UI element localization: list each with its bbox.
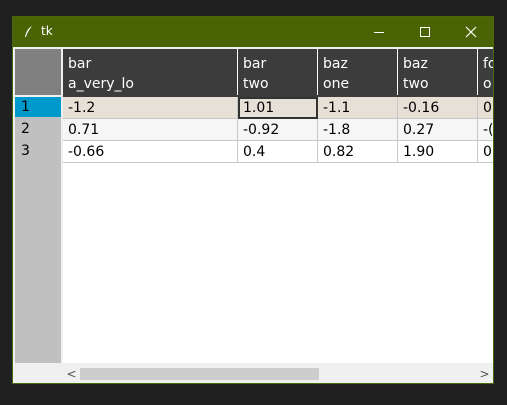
horizontal-scrollbar[interactable]: < >	[63, 365, 493, 383]
table-cell-active[interactable]: 1.01	[238, 97, 318, 119]
table-cell[interactable]: 0	[478, 97, 493, 119]
table-cell[interactable]: -0.92	[238, 119, 318, 141]
close-button[interactable]	[448, 17, 494, 47]
scrollbar-thumb[interactable]	[80, 368, 319, 380]
close-icon	[465, 26, 477, 38]
column-label-top: bar	[68, 56, 92, 72]
table-cell[interactable]: -1.2	[63, 97, 238, 119]
table-cell[interactable]: 0	[478, 141, 493, 163]
column-label-bottom: a_very_lo	[68, 76, 134, 92]
maximize-button[interactable]	[402, 17, 448, 47]
column-label-top: baz	[323, 56, 348, 72]
app-window: tk bar a_very_lo bar two baz one baz two…	[12, 16, 494, 384]
column-header-cell[interactable]: bar a_very_lo	[63, 49, 238, 95]
scroll-right-arrow-icon[interactable]: >	[476, 365, 493, 383]
table-cell[interactable]: 0.27	[398, 119, 478, 141]
column-header-cell[interactable]: bar two	[238, 49, 318, 95]
column-label-top: bar	[243, 56, 267, 72]
column-label-bottom: one	[323, 76, 350, 92]
minimize-button[interactable]	[356, 17, 402, 47]
table-cell[interactable]: 0.82	[318, 141, 398, 163]
column-header-cell[interactable]: baz two	[398, 49, 478, 95]
row-index-1[interactable]: 1	[15, 97, 61, 117]
scroll-left-arrow-icon[interactable]: <	[63, 365, 80, 383]
table-cell[interactable]: -1.1	[318, 97, 398, 119]
feather-icon	[25, 26, 32, 37]
column-label-bottom: o	[483, 76, 492, 92]
corner-header[interactable]	[15, 49, 61, 95]
column-label-top: baz	[403, 56, 428, 72]
table-cell[interactable]: -1.8	[318, 119, 398, 141]
table-cell[interactable]: 1.90	[398, 141, 478, 163]
title-bar[interactable]: tk	[13, 17, 493, 47]
table-body: -1.2 1.01 -1.1 -0.16 0 0.71 -0.92 -1.8 0…	[63, 95, 493, 363]
table-cell[interactable]: 0.71	[63, 119, 238, 141]
column-header-cell[interactable]: baz one	[318, 49, 398, 95]
row-index-2[interactable]: 2	[15, 119, 61, 139]
table-cell[interactable]: -(	[478, 119, 493, 141]
column-header: bar a_very_lo bar two baz one baz two fo…	[63, 49, 493, 95]
column-label-top: fo	[483, 56, 493, 72]
row-index-3[interactable]: 3	[15, 141, 61, 161]
column-label-bottom: two	[403, 76, 429, 92]
table-cell[interactable]: -0.16	[398, 97, 478, 119]
table-cell[interactable]: -0.66	[63, 141, 238, 163]
minimize-icon	[374, 32, 384, 33]
maximize-icon	[420, 27, 430, 37]
column-label-bottom: two	[243, 76, 269, 92]
table-cell[interactable]: 0.4	[238, 141, 318, 163]
column-header-cell[interactable]: fo o	[478, 49, 493, 95]
table-widget: bar a_very_lo bar two baz one baz two fo…	[13, 47, 493, 383]
row-header: 1 2 3	[15, 97, 61, 363]
window-title: tk	[41, 24, 53, 38]
